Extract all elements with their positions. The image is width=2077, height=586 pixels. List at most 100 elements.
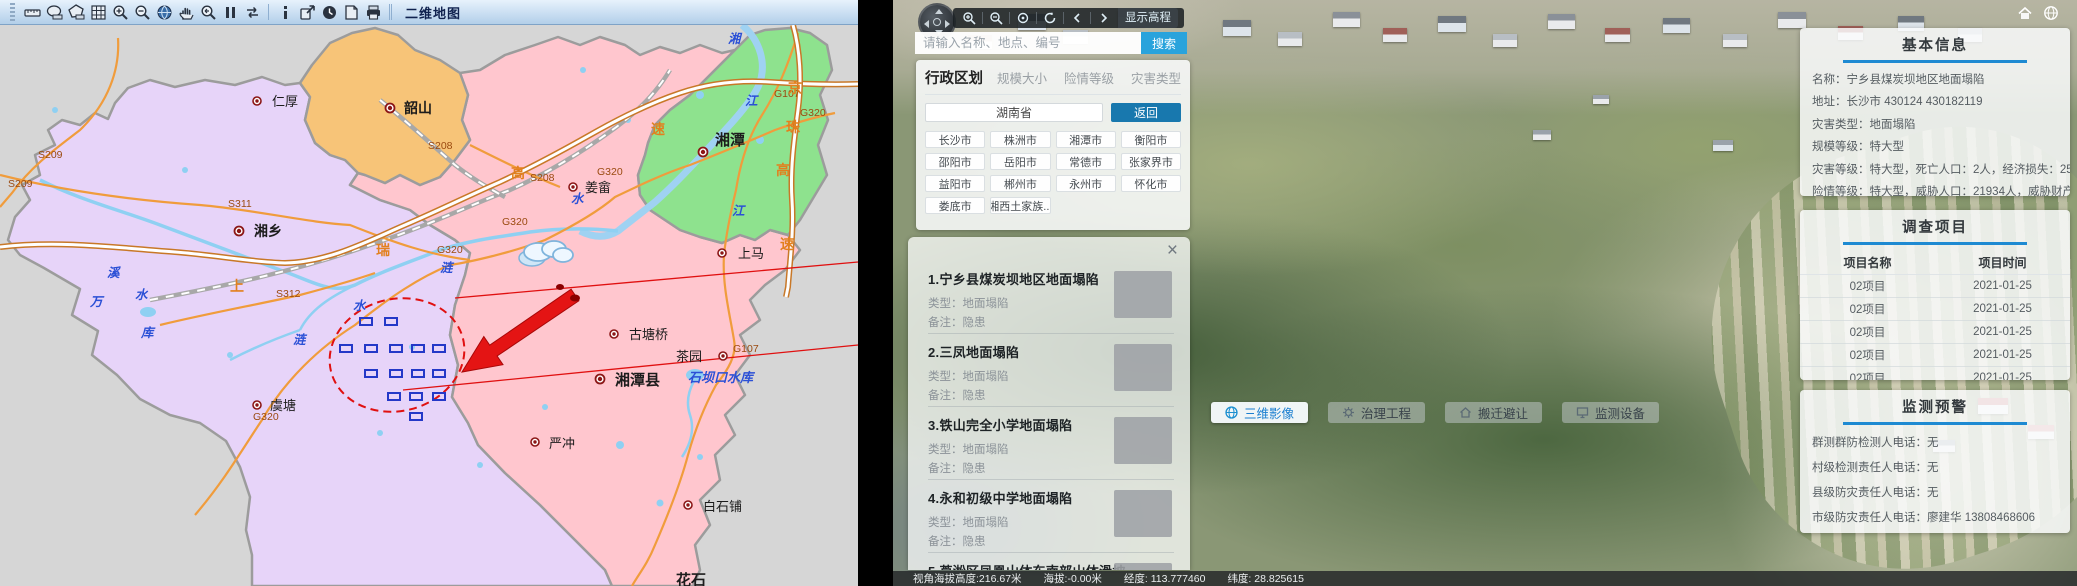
city-button-shaoyang[interactable]: 邵阳市	[925, 153, 985, 170]
water-label: 江	[732, 204, 746, 218]
compass-north-arrow[interactable]	[935, 9, 943, 14]
table-row[interactable]: 02项目2021-01-25	[1800, 321, 2070, 344]
city-button-hengyang[interactable]: 衡阳市	[1121, 131, 1181, 148]
list-item-thumbnail[interactable]	[1114, 490, 1172, 537]
city-button-yongzhou[interactable]: 永州市	[1056, 175, 1116, 192]
measure-distance-icon[interactable]	[21, 2, 43, 22]
export-icon[interactable]	[296, 2, 318, 22]
city-button-zhangjiajie[interactable]: 张家界市	[1121, 153, 1181, 170]
zoom-in-icon[interactable]	[109, 2, 131, 22]
tab-admin-division[interactable]: 行政区划	[925, 67, 983, 88]
city-button-yueyang[interactable]: 岳阳市	[990, 153, 1050, 170]
print-icon[interactable]	[362, 2, 384, 22]
toolbar-grip[interactable]	[10, 3, 15, 21]
road-label-s208: S208	[428, 140, 453, 152]
pause-icon[interactable]	[219, 2, 241, 22]
home-icon[interactable]	[2017, 5, 2033, 21]
mode-button-3d-imagery[interactable]: 三维影像	[1211, 402, 1308, 423]
house	[1605, 28, 1630, 42]
locate-icon[interactable]	[1013, 9, 1033, 27]
place-label-baishipu: 白石铺	[703, 499, 742, 514]
monitor-row: 村级检测责任人电话：无	[1800, 456, 2070, 481]
city-button-changde[interactable]: 常德市	[1056, 153, 1116, 170]
city-button-xiangxi[interactable]: 湘西土家族...	[990, 197, 1050, 214]
compass-center[interactable]	[933, 18, 941, 26]
city-button-loudi[interactable]: 娄底市	[925, 197, 985, 214]
list-item[interactable]: 3.铁山完全小学地面塌陷 类型：地面塌陷 备注：隐患	[928, 407, 1174, 480]
city-button-chenzhou[interactable]: 郴州市	[990, 175, 1050, 192]
tab-danger-level[interactable]: 险情等级	[1064, 68, 1114, 87]
mode-button-monitoring-devices[interactable]: 监测设备	[1562, 402, 1659, 423]
zoom-out-icon[interactable]	[986, 9, 1006, 27]
map-canvas[interactable]: 仁厚 韶山 湘乡 湘潭 姜畲 上马 古塘桥 茶园 湘潭县 虞塘 严冲 白石铺 花…	[0, 25, 858, 586]
previous-extent-icon[interactable]	[197, 2, 219, 22]
list-item-thumbnail[interactable]	[1114, 344, 1172, 391]
swap-layers-icon[interactable]	[241, 2, 263, 22]
city-button-huaihua[interactable]: 怀化市	[1121, 175, 1181, 192]
list-item-thumbnail[interactable]	[1114, 563, 1172, 570]
close-icon[interactable]: ×	[1167, 241, 1178, 261]
table-header: 项目名称 项目时间	[1800, 251, 2070, 275]
tab-disaster-type[interactable]: 灾害类型	[1131, 68, 1181, 87]
compass-west-arrow[interactable]	[924, 20, 929, 28]
rotate-left-icon[interactable]	[1067, 9, 1087, 27]
globe-icon[interactable]	[2043, 5, 2059, 21]
rotate-right-icon[interactable]	[1094, 9, 1114, 27]
project-name: 02项目	[1800, 370, 1935, 381]
city-button-changsha[interactable]: 长沙市	[925, 131, 985, 148]
table-row[interactable]: 02项目2021-01-25	[1800, 367, 2070, 381]
road-label-s208: S208	[530, 172, 555, 184]
info-name: 名称：宁乡县煤炭坝地区地面塌陷	[1800, 69, 2070, 92]
page-icon[interactable]	[340, 2, 362, 22]
list-item[interactable]: 2.三凤地面塌陷 类型：地面塌陷 备注：隐患	[928, 334, 1174, 407]
house-icon	[1459, 406, 1472, 419]
show-elevation-button[interactable]: 显示高程	[1118, 8, 1178, 28]
mode-label: 搬迁避让	[1478, 403, 1528, 422]
province-button[interactable]: 湖南省	[925, 103, 1103, 122]
search-input[interactable]	[915, 32, 1141, 54]
project-name: 02项目	[1800, 278, 1935, 294]
list-item[interactable]: 5.芦淞区凤凰山体东南部山体滑坡	[928, 553, 1174, 570]
history-icon[interactable]	[318, 2, 340, 22]
pan-icon[interactable]	[175, 2, 197, 22]
zoom-in-icon[interactable]	[959, 9, 979, 27]
list-item-thumbnail[interactable]	[1114, 417, 1172, 464]
grid-icon[interactable]	[87, 2, 109, 22]
search-button[interactable]: 搜索	[1141, 32, 1187, 54]
tab-scale[interactable]: 规模大小	[997, 68, 1047, 87]
table-row[interactable]: 02项目2021-01-25	[1800, 275, 2070, 298]
list-item[interactable]: 4.永和初级中学地面塌陷 类型：地面塌陷 备注：隐患	[928, 480, 1174, 553]
project-name: 02项目	[1800, 324, 1935, 340]
place-label-xiangtanxian: 湘潭县	[615, 371, 660, 389]
filter-tabs: 行政区划 规模大小 险情等级 灾害类型	[925, 67, 1181, 95]
measure-area-icon[interactable]	[43, 2, 65, 22]
mode-button-relocation[interactable]: 搬迁避让	[1445, 402, 1542, 423]
info-disaster-type: 灾害类型：地面塌陷	[1800, 114, 2070, 137]
zoom-out-icon[interactable]	[131, 2, 153, 22]
city-button-xiangtan[interactable]: 湘潭市	[1056, 131, 1116, 148]
title-underline	[1843, 60, 2027, 63]
road-label-g320: G320	[800, 107, 826, 119]
city-button-yiyang[interactable]: 益阳市	[925, 175, 985, 192]
back-button[interactable]: 返回	[1111, 103, 1181, 122]
list-item-thumbnail[interactable]	[1114, 271, 1172, 318]
compass-east-arrow[interactable]	[945, 20, 950, 28]
mode-button-treatment-project[interactable]: 治理工程	[1328, 402, 1425, 423]
water-label-reservoir: 石坝口水库	[688, 370, 756, 385]
house	[1723, 34, 1747, 47]
reset-rotate-icon[interactable]	[1040, 9, 1060, 27]
city-button-zhuzhou[interactable]: 株洲市	[990, 131, 1050, 148]
full-extent-icon[interactable]	[153, 2, 175, 22]
column-project-time: 项目时间	[1935, 254, 2070, 271]
table-row[interactable]: 02项目2021-01-25	[1800, 344, 2070, 367]
place-label-chayuan: 茶园	[676, 349, 702, 364]
measure-polygon-icon[interactable]	[65, 2, 87, 22]
table-row[interactable]: 02项目2021-01-25	[1800, 298, 2070, 321]
city-grid: 长沙市 株洲市 湘潭市 衡阳市 邵阳市 岳阳市 常德市 张家界市 益阳市 郴州市…	[925, 131, 1181, 214]
info-scale-level: 规模等级：特大型	[1800, 136, 2070, 159]
toolbar-separator	[389, 4, 390, 20]
info-icon[interactable]	[274, 2, 296, 22]
toolbar-separator	[1090, 12, 1091, 24]
house	[1663, 18, 1690, 33]
list-item[interactable]: 1.宁乡县煤炭坝地区地面塌陷 类型：地面塌陷 备注：隐患	[928, 261, 1174, 334]
